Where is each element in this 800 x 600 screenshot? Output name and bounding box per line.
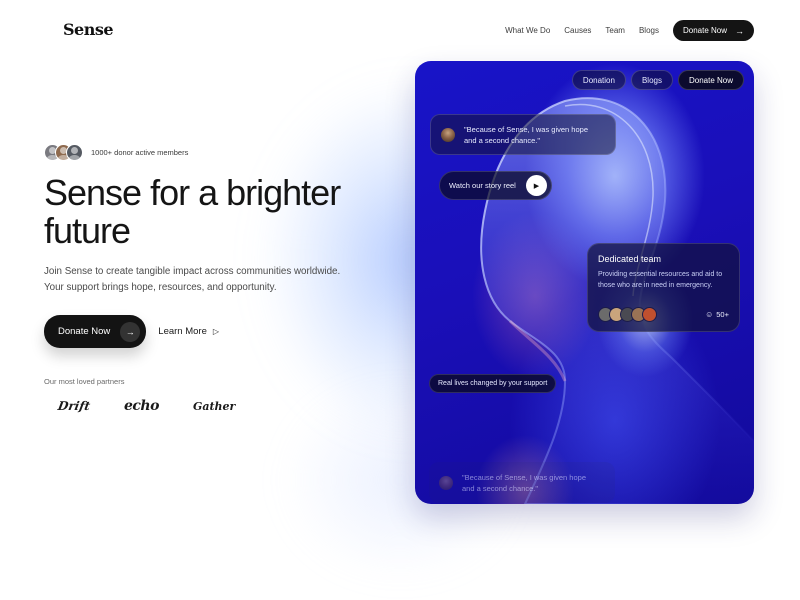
members-count-text: 1000+ donor active members [91, 148, 189, 157]
partner-logo-drift: Drift [56, 399, 92, 413]
testimonial-text-faded: "Because of Sense, I was given hope and … [462, 472, 586, 494]
story-reel-label: Watch our story reel [449, 181, 516, 190]
team-card: Dedicated team Providing essential resou… [587, 243, 740, 332]
hero-lead: Join Sense to create tangible impact acr… [44, 264, 384, 296]
brand-logo[interactable]: Sense [63, 20, 114, 39]
team-title: Dedicated team [598, 254, 662, 264]
story-reel-button[interactable]: Watch our story reel ▶ [439, 171, 552, 200]
testimonial-card: "Because of Sense, I was given hope and … [430, 114, 616, 155]
team-count: ☺ 50+ [705, 310, 729, 319]
card-nav: Donation Blogs Donate Now [567, 70, 744, 90]
donate-now-button[interactable]: Donate Now → [44, 315, 147, 348]
headline-line-2: future [44, 210, 131, 251]
team-avatar-stack [598, 307, 657, 322]
play-icon: ▶ [526, 175, 547, 196]
testimonial-card-faded: "Because of Sense, I was given hope and … [429, 462, 615, 503]
users-icon: ☺ [705, 310, 714, 319]
nav-link-causes[interactable]: Causes [564, 26, 591, 35]
donate-now-label: Donate Now [58, 326, 111, 337]
partner-logo-gather: Gather [192, 399, 236, 413]
partner-logo-echo: echo [124, 398, 159, 414]
testimonial-line-1: "Because of Sense, I was given hope [464, 124, 588, 134]
card-nav-donate-now[interactable]: Donate Now [677, 70, 744, 90]
card-nav-blogs[interactable]: Blogs [630, 70, 673, 90]
partners-label: Our most loved partners [44, 377, 125, 386]
avatar [642, 307, 657, 322]
members-row: 1000+ donor active members [44, 144, 188, 161]
arrow-right-icon: → [120, 321, 141, 342]
card-nav-donation[interactable]: Donation [571, 70, 626, 90]
partner-logos: Drift echo Gather [56, 398, 269, 414]
testimonial-faded-line-2: and a second chance." [462, 483, 539, 493]
lead-line-2: Your support brings hope, resources, and… [44, 282, 277, 293]
learn-more-label: Learn More [158, 326, 207, 337]
team-count-value: 50+ [716, 310, 729, 319]
play-outline-icon: ▷ [212, 327, 220, 336]
top-nav: What We Do Causes Team Blogs Donate Now … [505, 20, 754, 41]
testimonial-line-2: and a second chance." [464, 135, 541, 145]
team-footer: ☺ 50+ [598, 307, 729, 322]
real-lives-chip: Real lives changed by your support [429, 374, 557, 393]
avatar-stack [44, 144, 83, 161]
headline-line-1: Sense for a brighter [44, 172, 341, 213]
avatar [439, 475, 453, 490]
avatar [66, 144, 83, 161]
testimonial-text: "Because of Sense, I was given hope and … [464, 124, 588, 146]
avatar [441, 127, 455, 142]
testimonial-faded-line-1: "Because of Sense, I was given hope [462, 472, 586, 482]
nav-donate-button[interactable]: Donate Now → [672, 20, 754, 41]
nav-link-what-we-do[interactable]: What We Do [505, 26, 550, 35]
nav-link-team[interactable]: Team [605, 26, 625, 35]
nav-link-blogs[interactable]: Blogs [639, 26, 659, 35]
hero-visual-card: Donation Blogs Donate Now "Because of Se… [415, 61, 754, 504]
hero-headline: Sense for a brighter future [44, 174, 404, 250]
learn-more-button[interactable]: Learn More ▷ [158, 326, 219, 337]
hero-cta-row: Donate Now → Learn More ▷ [44, 315, 219, 348]
arrow-right-icon: → [735, 25, 744, 36]
lead-line-1: Join Sense to create tangible impact acr… [44, 266, 341, 277]
team-description: Providing essential resources and aid to… [598, 271, 723, 289]
nav-donate-label: Donate Now [682, 26, 727, 35]
